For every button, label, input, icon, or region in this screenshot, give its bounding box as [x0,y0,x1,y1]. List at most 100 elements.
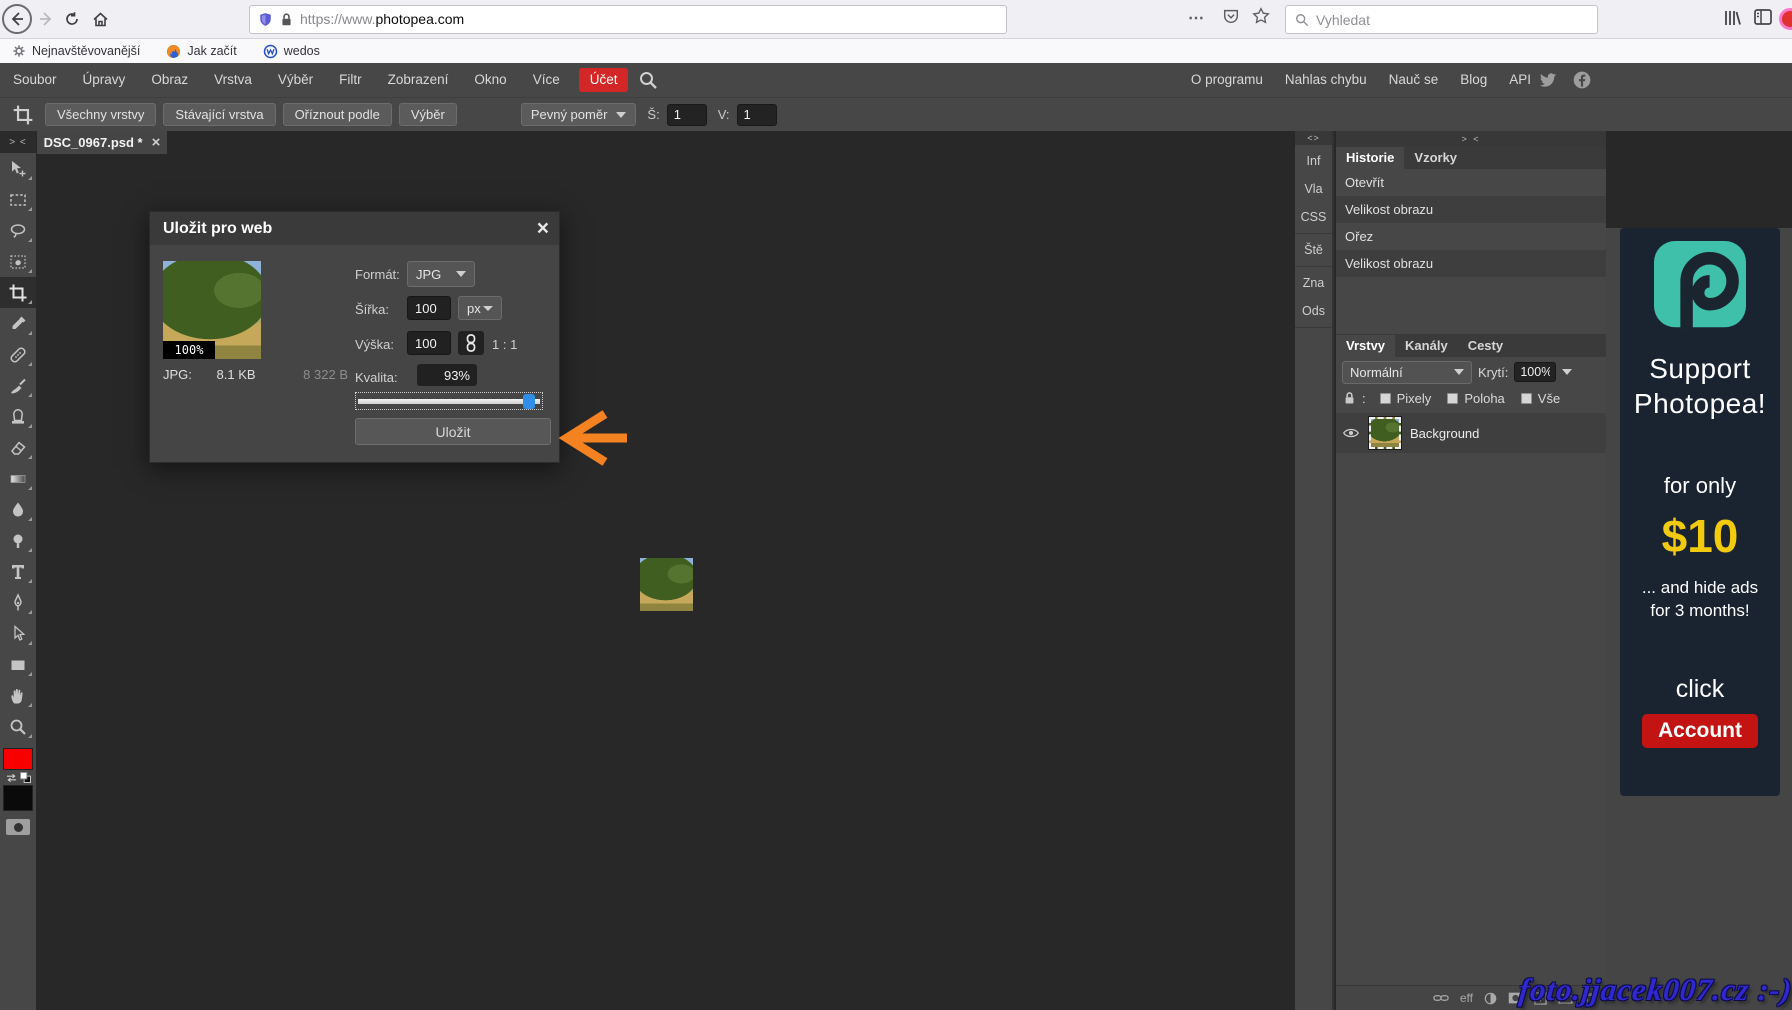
menu-item-zobrazeni[interactable]: Zobrazení [375,63,462,97]
history-item[interactable]: Velikost obrazu [1336,250,1606,277]
crop-by-button[interactable]: Oříznout podle [283,103,392,126]
reload-button[interactable] [57,4,87,34]
menu-item-nahlas-chybu[interactable]: Nahlas chybu [1274,63,1378,97]
clone-stamp-tool[interactable] [0,401,36,432]
path-select-tool[interactable] [0,618,36,649]
quality-value-box[interactable]: 93% [417,364,477,386]
menu-item-okno[interactable]: Okno [461,63,519,97]
shape-tool[interactable] [0,649,36,680]
tab-vzorky[interactable]: Vzorky [1404,147,1467,169]
opacity-input[interactable] [1514,362,1556,382]
foreground-color-swatch[interactable] [3,748,33,770]
format-select[interactable]: JPG [407,261,475,287]
menu-search-button[interactable] [638,70,658,90]
export-height-input[interactable] [407,331,451,355]
marquee-tool[interactable] [0,184,36,215]
tab-vrstvy[interactable]: Vrstvy [1336,335,1395,357]
quick-select-tool[interactable] [0,246,36,277]
menu-item-ucet[interactable]: Účet [579,68,629,92]
default-colors-icon[interactable] [20,772,31,783]
history-item[interactable]: Velikost obrazu [1336,196,1606,223]
document-image[interactable] [640,558,693,611]
canvas-area[interactable]: DSC_0967.psd * × Uložit pro web × 100% J… [36,131,1295,1010]
lock-all-checkbox[interactable] [1521,393,1532,404]
mini-tab-ods[interactable]: Ods [1295,297,1332,325]
swap-colors-icon[interactable] [6,773,17,783]
home-button[interactable] [85,4,115,34]
url-bar[interactable]: https://www.photopea.com [249,5,1007,34]
history-item[interactable]: Otevřít [1336,169,1606,196]
menu-item-filtr[interactable]: Filtr [326,63,375,97]
menu-item-api[interactable]: API [1498,63,1542,97]
height-ratio-input[interactable] [737,104,777,126]
support-ad[interactable]: Support Photopea! for only $10 ... and h… [1620,228,1780,796]
mini-tab-vla[interactable]: Vla [1295,175,1332,203]
sidebar-toggle-button[interactable] [1753,8,1773,26]
dodge-tool[interactable] [0,525,36,556]
bookmark-star-button[interactable] [1252,7,1270,25]
all-layers-button[interactable]: Všechny vrstvy [45,103,156,126]
current-layer-button[interactable]: Stávající vrstva [163,103,275,126]
link-dimensions-button[interactable] [458,331,484,355]
tab-kanaly[interactable]: Kanály [1395,335,1458,357]
bookmark-most-visited[interactable]: Nejnavštěvovanější [12,44,140,58]
visibility-eye-icon[interactable] [1342,427,1360,439]
history-item[interactable]: Ořez [1336,223,1606,250]
tab-close-icon[interactable]: × [152,135,161,150]
selection-button[interactable]: Výběr [399,103,457,126]
menu-item-vrstva[interactable]: Vrstva [201,63,265,97]
mini-strip-collapse-toggle[interactable]: <> [1295,131,1332,145]
width-ratio-input[interactable] [667,104,707,126]
twitter-link[interactable] [1538,70,1558,90]
zoom-tool[interactable] [0,711,36,742]
document-tab[interactable]: DSC_0967.psd * × [37,131,167,154]
dialog-title-bar[interactable]: Uložit pro web [150,212,559,245]
pen-tool[interactable] [0,587,36,618]
mini-tab-ste[interactable]: Ště [1295,236,1332,264]
gradient-tool[interactable] [0,463,36,494]
menu-item-o-programu[interactable]: O programu [1180,63,1274,97]
blur-tool[interactable] [0,494,36,525]
quality-slider-thumb[interactable] [523,394,535,409]
lock-pixels-checkbox[interactable] [1380,393,1391,404]
eraser-tool[interactable] [0,432,36,463]
layer-row-background[interactable]: Background [1336,413,1606,453]
menu-item-blog[interactable]: Blog [1449,63,1498,97]
facebook-link[interactable] [1572,70,1592,90]
menu-item-vyber[interactable]: Výběr [265,63,326,97]
layer-thumbnail[interactable] [1369,417,1401,449]
bookmark-wedos[interactable]: wedos [263,44,320,59]
quality-slider[interactable] [355,392,543,410]
background-color-swatch[interactable] [3,785,33,811]
export-width-input[interactable] [407,296,451,320]
back-button[interactable] [2,4,32,34]
pocket-button[interactable] [1222,7,1240,25]
mini-tab-css[interactable]: CSS [1295,203,1332,231]
tracking-shield-icon[interactable] [258,11,273,28]
adjustment-icon[interactable] [1484,992,1497,1005]
menu-item-nauc-se[interactable]: Nauč se [1378,63,1450,97]
toolbar-collapse-toggle[interactable]: > < [0,131,36,153]
unit-select[interactable]: px [458,296,502,320]
ratio-select[interactable]: Pevný poměr [521,103,637,126]
link-icon[interactable] [1433,993,1449,1003]
menu-item-vice[interactable]: Více [520,63,573,97]
save-button[interactable]: Uložit [355,418,551,445]
eyedropper-tool[interactable] [0,308,36,339]
dialog-close-icon[interactable]: × [537,217,549,241]
blend-mode-select[interactable]: Normální [1342,361,1472,384]
text-tool[interactable] [0,556,36,587]
library-button[interactable] [1722,8,1742,28]
hand-tool[interactable] [0,680,36,711]
crop-tool[interactable] [0,277,36,308]
lock-position-checkbox[interactable] [1447,393,1458,404]
panels-collapse-toggle[interactable]: > < [1336,131,1606,146]
opacity-dropdown-icon[interactable] [1562,369,1572,375]
brush-tool[interactable] [0,370,36,401]
quick-mask-button[interactable] [6,819,30,835]
menu-item-soubor[interactable]: Soubor [0,63,70,97]
mini-tab-zna[interactable]: Zna [1295,269,1332,297]
mini-tab-inf[interactable]: Inf [1295,147,1332,175]
healing-tool[interactable] [0,339,36,370]
search-bar[interactable]: Vyhledat [1285,5,1598,34]
